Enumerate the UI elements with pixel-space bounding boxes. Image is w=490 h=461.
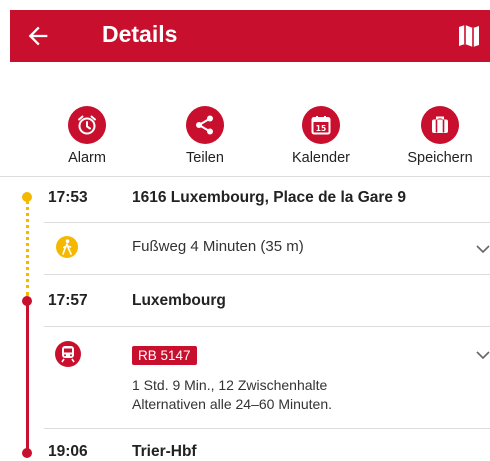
- chevron-down-icon[interactable]: [476, 350, 490, 360]
- walk-description: Fußweg 4 Minuten (35 m): [132, 238, 304, 255]
- divider: [0, 176, 490, 177]
- page-title: Details: [102, 21, 178, 47]
- arrow-left-icon[interactable]: [24, 22, 52, 50]
- walk-path-line: [26, 200, 29, 296]
- alarm-clock-icon: [68, 106, 106, 144]
- app-bar: Details: [10, 10, 490, 62]
- train-icon: [55, 341, 81, 367]
- stop-name: 1616 Luxembourg, Place de la Gare 9: [132, 189, 406, 206]
- save-label: Speichern: [407, 150, 473, 166]
- stop-dot: [22, 296, 32, 306]
- alarm-button[interactable]: Alarm: [37, 100, 137, 166]
- stop-time: 17:53: [48, 189, 88, 206]
- calendar-label: Kalender: [291, 150, 351, 166]
- alarm-label: Alarm: [68, 150, 106, 166]
- divider: [44, 428, 490, 429]
- walking-person-icon: [56, 236, 78, 258]
- share-button[interactable]: Teilen: [155, 100, 255, 166]
- map-icon[interactable]: [457, 23, 481, 49]
- divider: [44, 274, 490, 275]
- chevron-down-icon[interactable]: [476, 244, 490, 254]
- train-alternatives-text: Alternativen alle 24–60 Minuten.: [132, 396, 333, 412]
- share-icon: [186, 106, 224, 144]
- divider: [44, 326, 490, 327]
- stop-name: Trier-Hbf: [132, 443, 197, 460]
- share-label: Teilen: [186, 150, 224, 166]
- divider: [44, 222, 490, 223]
- stop-dot: [22, 448, 32, 458]
- train-line-badge: RB 5147: [132, 346, 197, 365]
- briefcase-icon: [421, 106, 459, 144]
- action-bar: Alarm Teilen 15 Kalender Speichern: [0, 100, 490, 170]
- calendar-day-text: 15: [316, 124, 326, 133]
- stop-time: 19:06: [48, 443, 88, 460]
- stop-time: 17:57: [48, 292, 88, 309]
- stop-name: Luxembourg: [132, 292, 226, 309]
- calendar-icon: 15: [302, 106, 340, 144]
- stop-dot: [22, 192, 32, 202]
- save-button[interactable]: Speichern: [390, 100, 490, 166]
- train-duration-text: 1 Std. 9 Min., 12 Zwischenhalte: [132, 377, 328, 393]
- calendar-button[interactable]: 15 Kalender: [271, 100, 371, 166]
- train-path-line: [26, 301, 29, 451]
